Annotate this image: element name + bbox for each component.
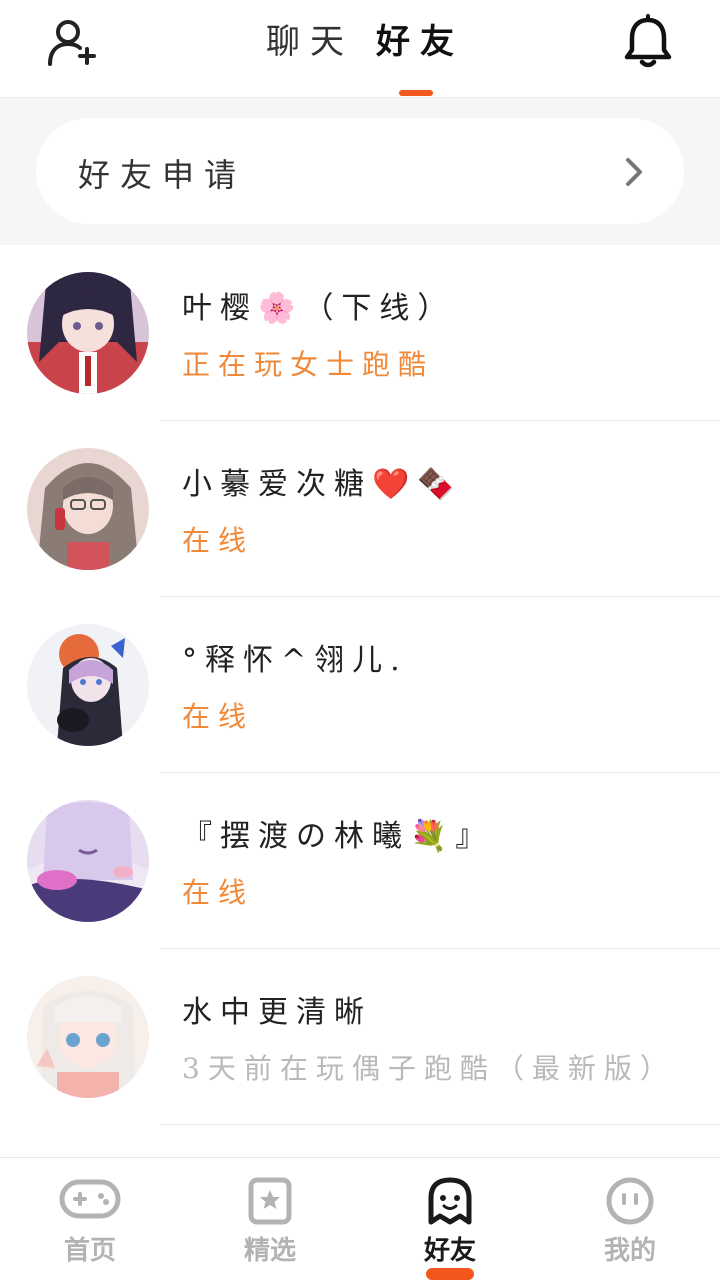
friend-status: 正在玩女士跑酷 bbox=[182, 348, 435, 381]
avatar[interactable] bbox=[27, 448, 149, 570]
top-bar: 聊天 好友 bbox=[0, 0, 720, 98]
friend-status: 在线 bbox=[182, 700, 255, 733]
friend-name: 水中更清晰 bbox=[182, 995, 372, 1030]
friend-list: 叶樱🌸（下线） 正在玩女士跑酷 小繤爱次糖❤️🍫 在线 °释怀^翎儿. 在线 『… bbox=[0, 245, 720, 1125]
top-tabs: 聊天 好友 bbox=[0, 0, 720, 98]
nav-label: 我的 bbox=[603, 1236, 656, 1266]
ghost-icon bbox=[428, 1177, 472, 1225]
friend-row[interactable]: 小繤爱次糖❤️🍫 在线 bbox=[0, 421, 720, 597]
friend-row[interactable]: °释怀^翎儿. 在线 bbox=[0, 597, 720, 773]
friend-row[interactable]: 叶樱🌸（下线） 正在玩女士跑酷 bbox=[0, 245, 720, 421]
friend-request-label: 好友申请 bbox=[78, 156, 247, 194]
avatar[interactable] bbox=[27, 272, 149, 394]
friend-name: °释怀^翎儿. bbox=[182, 643, 408, 678]
active-tab-indicator bbox=[399, 90, 433, 96]
friend-name: 叶樱🌸（下线） bbox=[182, 291, 456, 326]
star-card-icon bbox=[248, 1177, 292, 1225]
bottom-nav: 首页 精选 好友 我的 bbox=[0, 1157, 720, 1286]
nav-home[interactable]: 首页 bbox=[0, 1158, 180, 1286]
friend-status: 在线 bbox=[182, 524, 255, 557]
nav-label: 好友 bbox=[423, 1236, 476, 1266]
friend-request-section: 好友申请 bbox=[0, 98, 720, 245]
nav-label: 精选 bbox=[243, 1236, 296, 1266]
avatar[interactable] bbox=[27, 624, 149, 746]
gamepad-icon bbox=[59, 1179, 121, 1219]
tab-friends[interactable]: 好友 bbox=[376, 14, 464, 63]
avatar[interactable] bbox=[27, 976, 149, 1098]
active-nav-indicator bbox=[426, 1268, 474, 1280]
avatar[interactable] bbox=[27, 800, 149, 922]
friend-status: 3天前在玩偶子跑酷（最新版） bbox=[182, 1052, 676, 1085]
face-icon bbox=[606, 1177, 654, 1225]
nav-me[interactable]: 我的 bbox=[540, 1158, 720, 1286]
friend-name: 『摆渡の林曦💐』 bbox=[182, 819, 494, 854]
bell-icon[interactable] bbox=[622, 14, 674, 70]
friend-row[interactable]: 水中更清晰 3天前在玩偶子跑酷（最新版） bbox=[0, 949, 720, 1125]
nav-label: 首页 bbox=[63, 1236, 116, 1266]
friend-row[interactable]: 『摆渡の林曦💐』 在线 bbox=[0, 773, 720, 949]
nav-featured[interactable]: 精选 bbox=[180, 1158, 360, 1286]
friend-request-button[interactable]: 好友申请 bbox=[36, 118, 684, 224]
friend-status: 在线 bbox=[182, 876, 255, 909]
friend-name: 小繤爱次糖❤️🍫 bbox=[182, 467, 463, 502]
nav-friends[interactable]: 好友 bbox=[360, 1158, 540, 1286]
row-divider bbox=[160, 1124, 720, 1125]
chevron-right-icon bbox=[626, 158, 642, 186]
tab-chat[interactable]: 聊天 bbox=[266, 14, 354, 63]
